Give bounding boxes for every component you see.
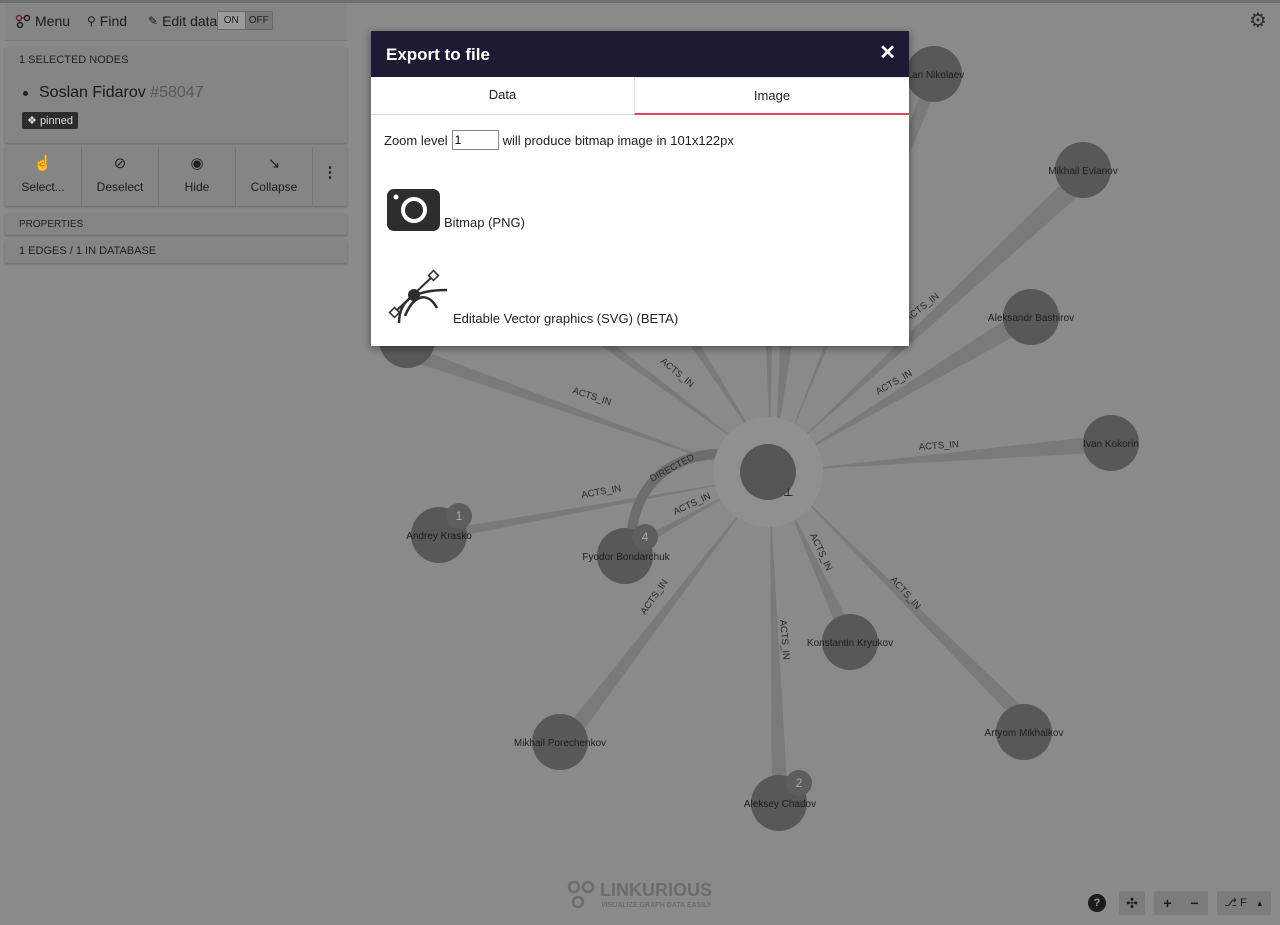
node-label: Mikhail Porechenkov: [514, 738, 606, 749]
export-modal: Export to file ✕ Data Image Zoom level w…: [371, 31, 909, 346]
layout-menu-button[interactable]: ⎇ F ▲: [1217, 891, 1271, 915]
selected-nodes-panel: 1 SELECTED NODES Soslan Fidarov #58047 ❖…: [5, 47, 347, 143]
selected-node-title[interactable]: Soslan Fidarov #58047: [39, 84, 204, 102]
more-actions-button[interactable]: ⋮: [313, 147, 347, 206]
edges-section[interactable]: 1 EDGES / 1 IN DATABASE: [5, 241, 347, 263]
node-label: Aleksandr Bashirov: [988, 313, 1074, 324]
hide-eye-icon: ◉: [190, 155, 204, 172]
close-icon[interactable]: ✕: [879, 40, 896, 65]
node-label: Aleksey Chadov: [744, 799, 816, 810]
toggle-off[interactable]: OFF: [244, 12, 272, 29]
layout-label: F: [1240, 897, 1247, 909]
selected-nodes-header: 1 SELECTED NODES: [19, 54, 129, 66]
node-label: Artyom Mikhalkov: [985, 728, 1064, 739]
linkurious-logo: LINKURIOUS VISUALIZE GRAPH DATA EASILY: [566, 877, 716, 916]
select-hand-icon: ☝: [33, 155, 53, 172]
node-label: Andrey Krasko: [406, 531, 472, 542]
node-label: Fyodor Bondarchuk: [582, 552, 670, 563]
select-button[interactable]: ☝ Select...: [5, 147, 82, 206]
zoom-in-button[interactable]: +: [1154, 891, 1181, 915]
pin-icon: ❖: [27, 115, 37, 127]
tab-image[interactable]: Image: [634, 77, 909, 115]
badge-text: 1: [456, 509, 463, 523]
edit-data-label: Edit data: [162, 13, 218, 29]
pencil-icon: ✎: [148, 14, 159, 28]
help-button[interactable]: ?: [1088, 894, 1106, 912]
node-actions-bar: ☝ Select... ⊘ Deselect ◉ Hide ↘ Collapse…: [5, 147, 347, 206]
collapse-label: Collapse: [250, 180, 298, 194]
vector-pen-icon: [388, 269, 448, 324]
edge-label: ACTS_IN: [581, 483, 623, 501]
node-label: Konstantin Kryukov: [807, 638, 893, 649]
svg-text:LINKURIOUS: LINKURIOUS: [600, 880, 712, 900]
pin-icon: ⊥: [783, 485, 793, 499]
search-icon: ⚲: [87, 14, 96, 28]
menu-label: Menu: [35, 13, 71, 29]
export-tabs: Data Image: [371, 77, 909, 115]
properties-section[interactable]: PROPERTIES: [5, 213, 347, 235]
zoom-level-input[interactable]: [451, 130, 499, 150]
settings-gear-icon[interactable]: ⚙: [1249, 8, 1267, 33]
properties-header: PROPERTIES: [19, 219, 84, 230]
pinned-label: pinned: [39, 115, 73, 127]
export-png-option[interactable]: Bitmap (PNG): [387, 189, 525, 231]
pinned-badge: ❖ pinned: [22, 112, 78, 129]
modal-header: Export to file ✕: [371, 31, 909, 77]
list-bullet: [23, 91, 28, 96]
deselect-icon: ⊘: [113, 155, 127, 172]
badge-text: 2: [796, 776, 803, 790]
node-label: Mikhail Evlanov: [1048, 166, 1117, 177]
zoom-result-text: will produce bitmap image in 101x122px: [502, 132, 734, 148]
svg-label: Editable Vector graphics (SVG) (BETA): [453, 311, 679, 326]
find-button[interactable]: ⚲ Find: [87, 13, 127, 29]
graph-edge[interactable]: [560, 490, 758, 742]
edge-label: ACTS_IN: [918, 439, 959, 453]
collapse-button[interactable]: ↘ Collapse: [236, 147, 313, 206]
deselect-button[interactable]: ⊘ Deselect: [82, 147, 159, 206]
locate-button[interactable]: ✣: [1119, 891, 1145, 915]
edge-label: DIRECTED: [648, 452, 696, 485]
node-label: ...an Nikolaev: [904, 70, 965, 81]
deselect-label: Deselect: [96, 180, 144, 194]
node-id: #58047: [150, 84, 204, 101]
badge-text: 4: [642, 530, 649, 544]
hide-button[interactable]: ◉ Hide: [159, 147, 236, 206]
top-toolbar: Menu ⚲ Find ✎ Edit data ON OFF: [5, 4, 347, 41]
chevron-up-icon: ▲: [1255, 899, 1264, 908]
tab-data[interactable]: Data: [371, 77, 634, 115]
zoom-level-row: Zoom level will produce bitmap image in …: [384, 130, 734, 150]
edit-data-toggle[interactable]: ON OFF: [217, 11, 273, 30]
hide-label: Hide: [184, 180, 210, 194]
select-label: Select...: [21, 180, 65, 194]
crosshair-icon: ✣: [1126, 895, 1138, 911]
zoom-controls: + −: [1154, 891, 1208, 915]
graph-menu-icon: [15, 14, 31, 28]
png-label: Bitmap (PNG): [444, 215, 525, 230]
toggle-on[interactable]: ON: [218, 12, 245, 29]
export-svg-option[interactable]: Editable Vector graphics (SVG) (BETA): [387, 268, 678, 328]
zoom-out-button[interactable]: −: [1181, 891, 1208, 915]
edges-header: 1 EDGES / 1 IN DATABASE: [19, 245, 157, 257]
node-name: Soslan Fidarov: [39, 84, 146, 101]
menu-button[interactable]: Menu: [15, 13, 70, 29]
modal-title: Export to file: [386, 45, 490, 64]
edge-label: ACTS_IN: [888, 575, 923, 612]
zoom-label: Zoom level: [384, 132, 448, 148]
collapse-icon: ↘: [267, 155, 281, 172]
edit-data-button[interactable]: ✎ Edit data: [148, 13, 217, 29]
layout-icon: ⎇: [1224, 897, 1237, 909]
node-label: Ivan Kokorin: [1083, 439, 1139, 450]
find-label: Find: [99, 13, 128, 29]
graph-workspace[interactable]: ACTS_IN ACTS_IN ACTS_IN ACTS_IN ACTS_IN …: [0, 0, 1280, 925]
edge-label: ACTS_IN: [571, 385, 613, 408]
camera-icon: [387, 189, 440, 231]
more-vertical-icon: ⋮: [322, 164, 338, 181]
svg-text:VISUALIZE GRAPH DATA EASILY: VISUALIZE GRAPH DATA EASILY: [601, 902, 712, 909]
